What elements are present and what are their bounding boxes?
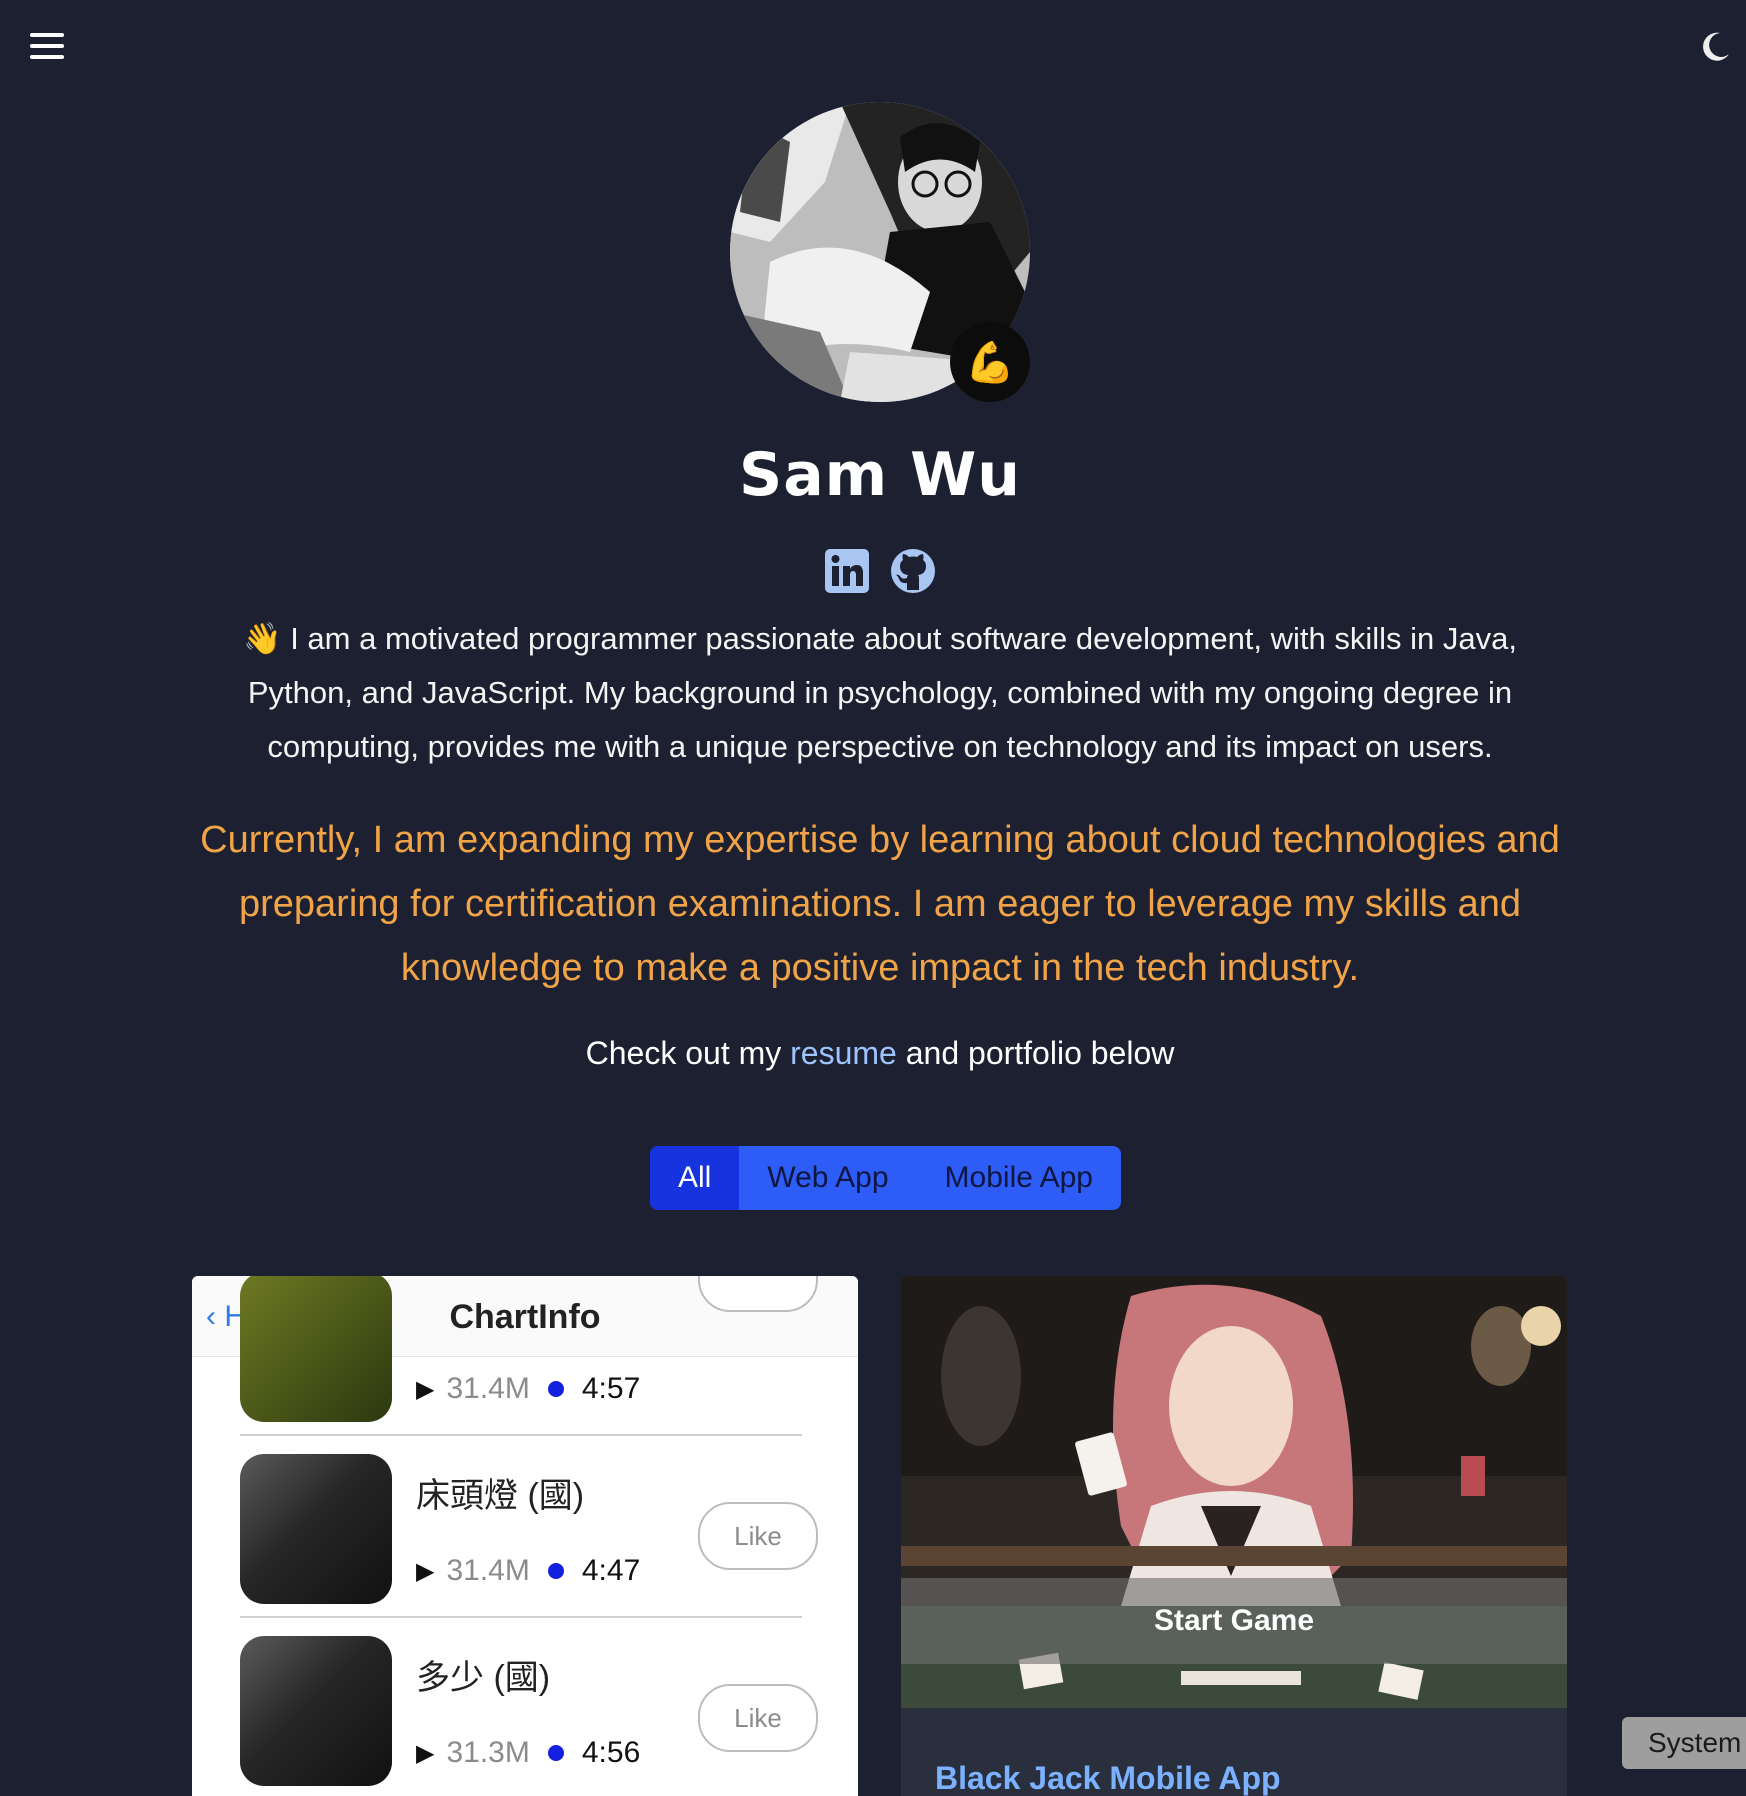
- cta-suffix: and portfolio below: [896, 1035, 1175, 1071]
- game-preview-image: Start Game: [901, 1276, 1567, 1708]
- play-icon: ▶: [416, 1375, 435, 1403]
- project-title[interactable]: Black Jack Mobile App: [935, 1760, 1281, 1796]
- album-cover: [240, 1636, 392, 1786]
- filter-web-app[interactable]: Web App: [739, 1146, 916, 1210]
- dot-icon: [547, 1745, 564, 1761]
- list-item: 床頭燈 (國) ▶ 31.4M 4:47 Like: [240, 1436, 818, 1618]
- song-title: 多少 (國): [416, 1659, 551, 1697]
- moon-icon: [1703, 32, 1729, 61]
- list-item: 多少 (國) ▶ 31.3M 4:56 Like: [240, 1618, 818, 1796]
- play-count: 31.3M: [446, 1736, 530, 1769]
- album-cover: [240, 1276, 392, 1422]
- like-button[interactable]: Like: [698, 1684, 818, 1752]
- bio-highlight: Currently, I am expanding my expertise b…: [200, 819, 1560, 989]
- resume-link[interactable]: resume: [790, 1035, 897, 1071]
- list-item: ▶ 31.4M 4:57: [240, 1276, 818, 1436]
- social-links: [0, 548, 1746, 594]
- start-game-button[interactable]: Start Game: [901, 1578, 1567, 1664]
- portfolio-cta: Check out my resume and portfolio below: [0, 1035, 1746, 1072]
- hamburger-icon: [30, 33, 64, 37]
- dot-icon: [547, 1381, 564, 1397]
- duration: 4:47: [581, 1554, 641, 1587]
- github-icon: [891, 549, 935, 593]
- profile-name: Sam Wu: [738, 440, 1021, 510]
- play-icon: ▶: [416, 1557, 435, 1585]
- flexed-biceps-icon: 💪: [965, 340, 1015, 385]
- play-count: 31.4M: [446, 1554, 530, 1587]
- avatar: 💪: [730, 102, 1030, 402]
- menu-button[interactable]: [30, 33, 64, 63]
- portfolio-filter: All Web App Mobile App: [650, 1146, 1121, 1210]
- like-button[interactable]: [698, 1276, 818, 1312]
- github-link[interactable]: [890, 548, 936, 594]
- album-cover: [240, 1454, 392, 1604]
- duration: 4:56: [581, 1736, 641, 1769]
- duration: 4:57: [581, 1372, 641, 1405]
- play-count: 31.4M: [446, 1372, 530, 1405]
- song-title: 床頭燈 (國): [416, 1477, 585, 1515]
- filter-all[interactable]: All: [650, 1146, 740, 1210]
- linkedin-icon: [825, 549, 869, 593]
- linkedin-link[interactable]: [824, 548, 870, 594]
- dot-icon: [547, 1563, 564, 1579]
- play-icon: ▶: [416, 1739, 435, 1767]
- cta-prefix: Check out my: [585, 1035, 791, 1071]
- like-button[interactable]: Like: [698, 1502, 818, 1570]
- theme-toggle-button[interactable]: [1698, 30, 1732, 64]
- status-badge: 💪: [950, 322, 1030, 402]
- project-card-chartinfo[interactable]: ‹ Home ChartInfo ▶ 31.4M 4:57 床頭燈 (國) ▶ …: [192, 1276, 858, 1796]
- project-card-blackjack[interactable]: Start Game Black Jack Mobile App: [901, 1276, 1567, 1796]
- filter-mobile-app[interactable]: Mobile App: [917, 1146, 1121, 1210]
- bio-intro: 👋 I am a motivated programmer passionate…: [242, 621, 1517, 764]
- system-language-badge[interactable]: System: [1622, 1717, 1746, 1769]
